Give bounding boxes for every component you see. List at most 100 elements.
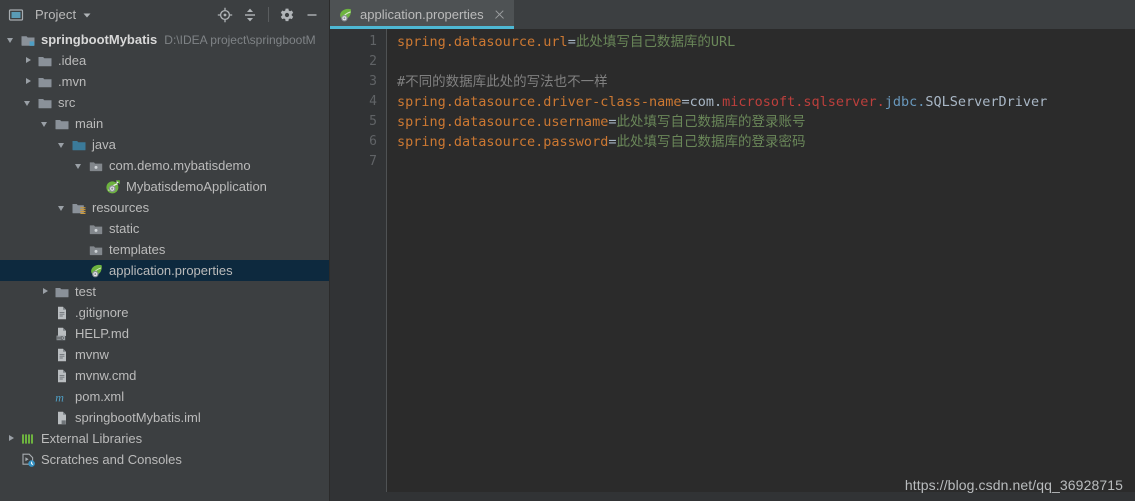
property-key: spring.datasource.driver-class-name (397, 94, 682, 110)
tree-row[interactable]: test (0, 281, 329, 302)
scrollbar-track[interactable] (1126, 0, 1135, 29)
svg-text:MD: MD (57, 335, 64, 340)
tree-row-label: java (92, 136, 116, 152)
tab-label: application.properties (360, 7, 484, 22)
file-icon (54, 368, 70, 384)
folder-icon (37, 74, 53, 90)
folder-icon (37, 95, 53, 111)
line-number: 3 (369, 74, 377, 89)
property-key: spring.datasource.username (397, 114, 609, 130)
chevron-down-icon[interactable] (40, 118, 51, 129)
tree-row[interactable]: MD HELP.md (0, 323, 329, 344)
tree-row-label: pom.xml (75, 388, 125, 404)
chevron-down-icon[interactable] (6, 34, 17, 45)
collapse-all-icon[interactable] (239, 4, 261, 26)
property-separator: = (681, 94, 690, 110)
header-divider (268, 7, 269, 22)
tree-row[interactable]: mvnw (0, 344, 329, 365)
file-icon (54, 305, 70, 321)
property-key: spring.datasource.url (397, 34, 568, 50)
line-number: 1 (369, 34, 377, 49)
libraries-icon (20, 431, 36, 447)
iml-file-icon (54, 410, 70, 426)
tree-row[interactable]: .idea (0, 50, 329, 71)
tree-row[interactable]: resources (0, 197, 329, 218)
file-icon (54, 347, 70, 363)
locate-icon[interactable] (214, 4, 236, 26)
minimize-icon[interactable] (301, 4, 323, 26)
project-panel-header: Project (0, 0, 329, 29)
chevron-down-icon[interactable] (82, 7, 92, 23)
gear-icon[interactable] (276, 4, 298, 26)
editor-tab-bar: application.properties (330, 0, 1135, 29)
code-line: spring.datasource.driver-class-name=com.… (397, 92, 1135, 112)
code-content[interactable]: spring.datasource.url=此处填写自己数据库的URL #不同的… (387, 29, 1135, 492)
tree-row-label: resources (92, 199, 150, 215)
chevron-down-icon[interactable] (57, 139, 68, 150)
tree-row[interactable]: static (0, 218, 329, 239)
chevron-right-icon[interactable] (6, 433, 17, 444)
close-icon[interactable] (493, 8, 506, 21)
tree-row[interactable]: springbootMybatis D:\IDEA project\springb… (0, 29, 329, 50)
chevron-right-icon[interactable] (23, 76, 34, 87)
package-icon (88, 158, 104, 174)
line-number: 4 (369, 94, 377, 109)
project-label: Project (35, 7, 77, 22)
editor-area: application.properties 1 2 3 4 5 6 7 spring.da… (330, 0, 1135, 501)
property-value: 此处填写自己数据库的URL (575, 34, 736, 50)
tree-row[interactable]: Scratches and Consoles (0, 449, 329, 470)
tree-row-label: springbootMybatis.iml (75, 409, 201, 425)
folder-icon (54, 284, 70, 300)
tree-row[interactable]: mvnw.cmd (0, 365, 329, 386)
tree-row[interactable]: application.properties (0, 260, 329, 281)
project-window-icon (8, 7, 24, 23)
tree-row[interactable]: m pom.xml (0, 386, 329, 407)
tree-row[interactable]: templates (0, 239, 329, 260)
maven-file-icon: m (54, 389, 70, 405)
code-line: spring.datasource.url=此处填写自己数据库的URL (397, 32, 1135, 52)
property-separator: = (567, 34, 576, 50)
tree-row[interactable]: MybatisdemoApplication (0, 176, 329, 197)
tree-row-label: HELP.md (75, 325, 129, 341)
tree-row[interactable]: src (0, 92, 329, 113)
tab-application-properties[interactable]: application.properties (330, 0, 514, 29)
tree-row[interactable]: com.demo.mybatisdemo (0, 155, 329, 176)
spring-file-icon (88, 263, 104, 279)
folder-icon (54, 116, 70, 132)
code-line: spring.datasource.username=此处填写自己数据库的登录账… (397, 112, 1135, 132)
tree-row[interactable]: java (0, 134, 329, 155)
tree-row-label: Scratches and Consoles (41, 451, 182, 467)
tree-row-label: springbootMybatis (41, 31, 158, 47)
tree-row[interactable]: .gitignore (0, 302, 329, 323)
folder-icon (37, 53, 53, 69)
chevron-down-icon[interactable] (74, 160, 85, 171)
chevron-right-icon[interactable] (40, 286, 51, 297)
chevron-down-icon[interactable] (23, 97, 34, 108)
tree-row[interactable]: main (0, 113, 329, 134)
property-value: 此处填写自己数据库的登录账号 (616, 114, 806, 130)
chevron-right-icon[interactable] (23, 55, 34, 66)
project-path-hint: D:\IDEA project\springbootM (164, 32, 316, 47)
tree-row[interactable]: .mvn (0, 71, 329, 92)
package-icon (88, 221, 104, 237)
property-value-segment: microsoft.sqlserver. (722, 94, 885, 110)
svg-text:m: m (55, 390, 64, 404)
project-tree[interactable]: springbootMybatis D:\IDEA project\springb… (0, 29, 329, 501)
project-panel-title[interactable]: Project (8, 7, 92, 23)
tree-row[interactable]: springbootMybatis.iml (0, 407, 329, 428)
code-editor[interactable]: 1234567 spring.datasource.url=此处填写自己数据库的… (330, 29, 1135, 492)
line-number-gutter: 1 2 3 4 5 6 7 (330, 29, 387, 492)
chevron-down-icon[interactable] (57, 202, 68, 213)
tree-row[interactable]: External Libraries (0, 428, 329, 449)
